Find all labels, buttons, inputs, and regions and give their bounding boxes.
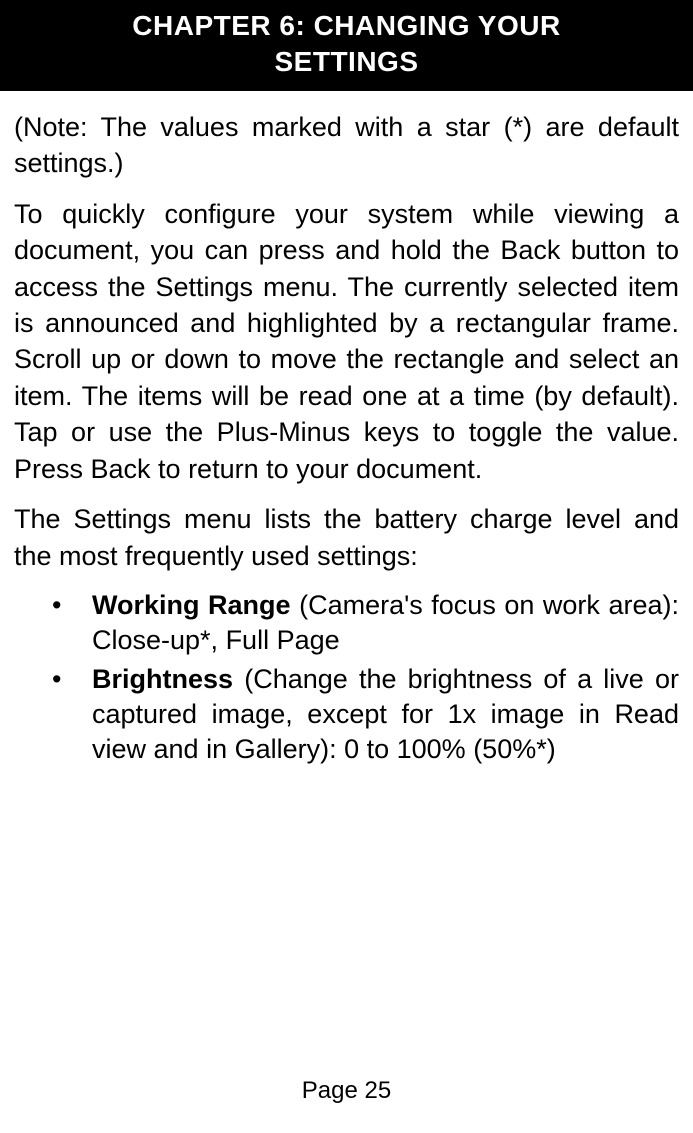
chapter-title-line1: CHAPTER 6: CHANGING YOUR bbox=[20, 8, 673, 44]
list-item: Working Range (Camera's focus on work ar… bbox=[14, 588, 679, 658]
list-item: Brightness (Change the brightness of a l… bbox=[14, 662, 679, 767]
intro-paragraph: To quickly configure your system while v… bbox=[14, 196, 679, 488]
page-content: (Note: The values marked with a star (*)… bbox=[0, 91, 693, 768]
setting-name: Brightness bbox=[92, 664, 233, 694]
chapter-title-line2: SETTINGS bbox=[20, 44, 673, 80]
chapter-header: CHAPTER 6: CHANGING YOUR SETTINGS bbox=[0, 0, 693, 91]
list-intro-paragraph: The Settings menu lists the battery char… bbox=[14, 501, 679, 574]
page-number: Page 25 bbox=[0, 1077, 693, 1105]
note-paragraph: (Note: The values marked with a star (*)… bbox=[14, 109, 679, 182]
setting-name: Working Range bbox=[92, 590, 291, 620]
settings-list: Working Range (Camera's focus on work ar… bbox=[14, 588, 679, 767]
